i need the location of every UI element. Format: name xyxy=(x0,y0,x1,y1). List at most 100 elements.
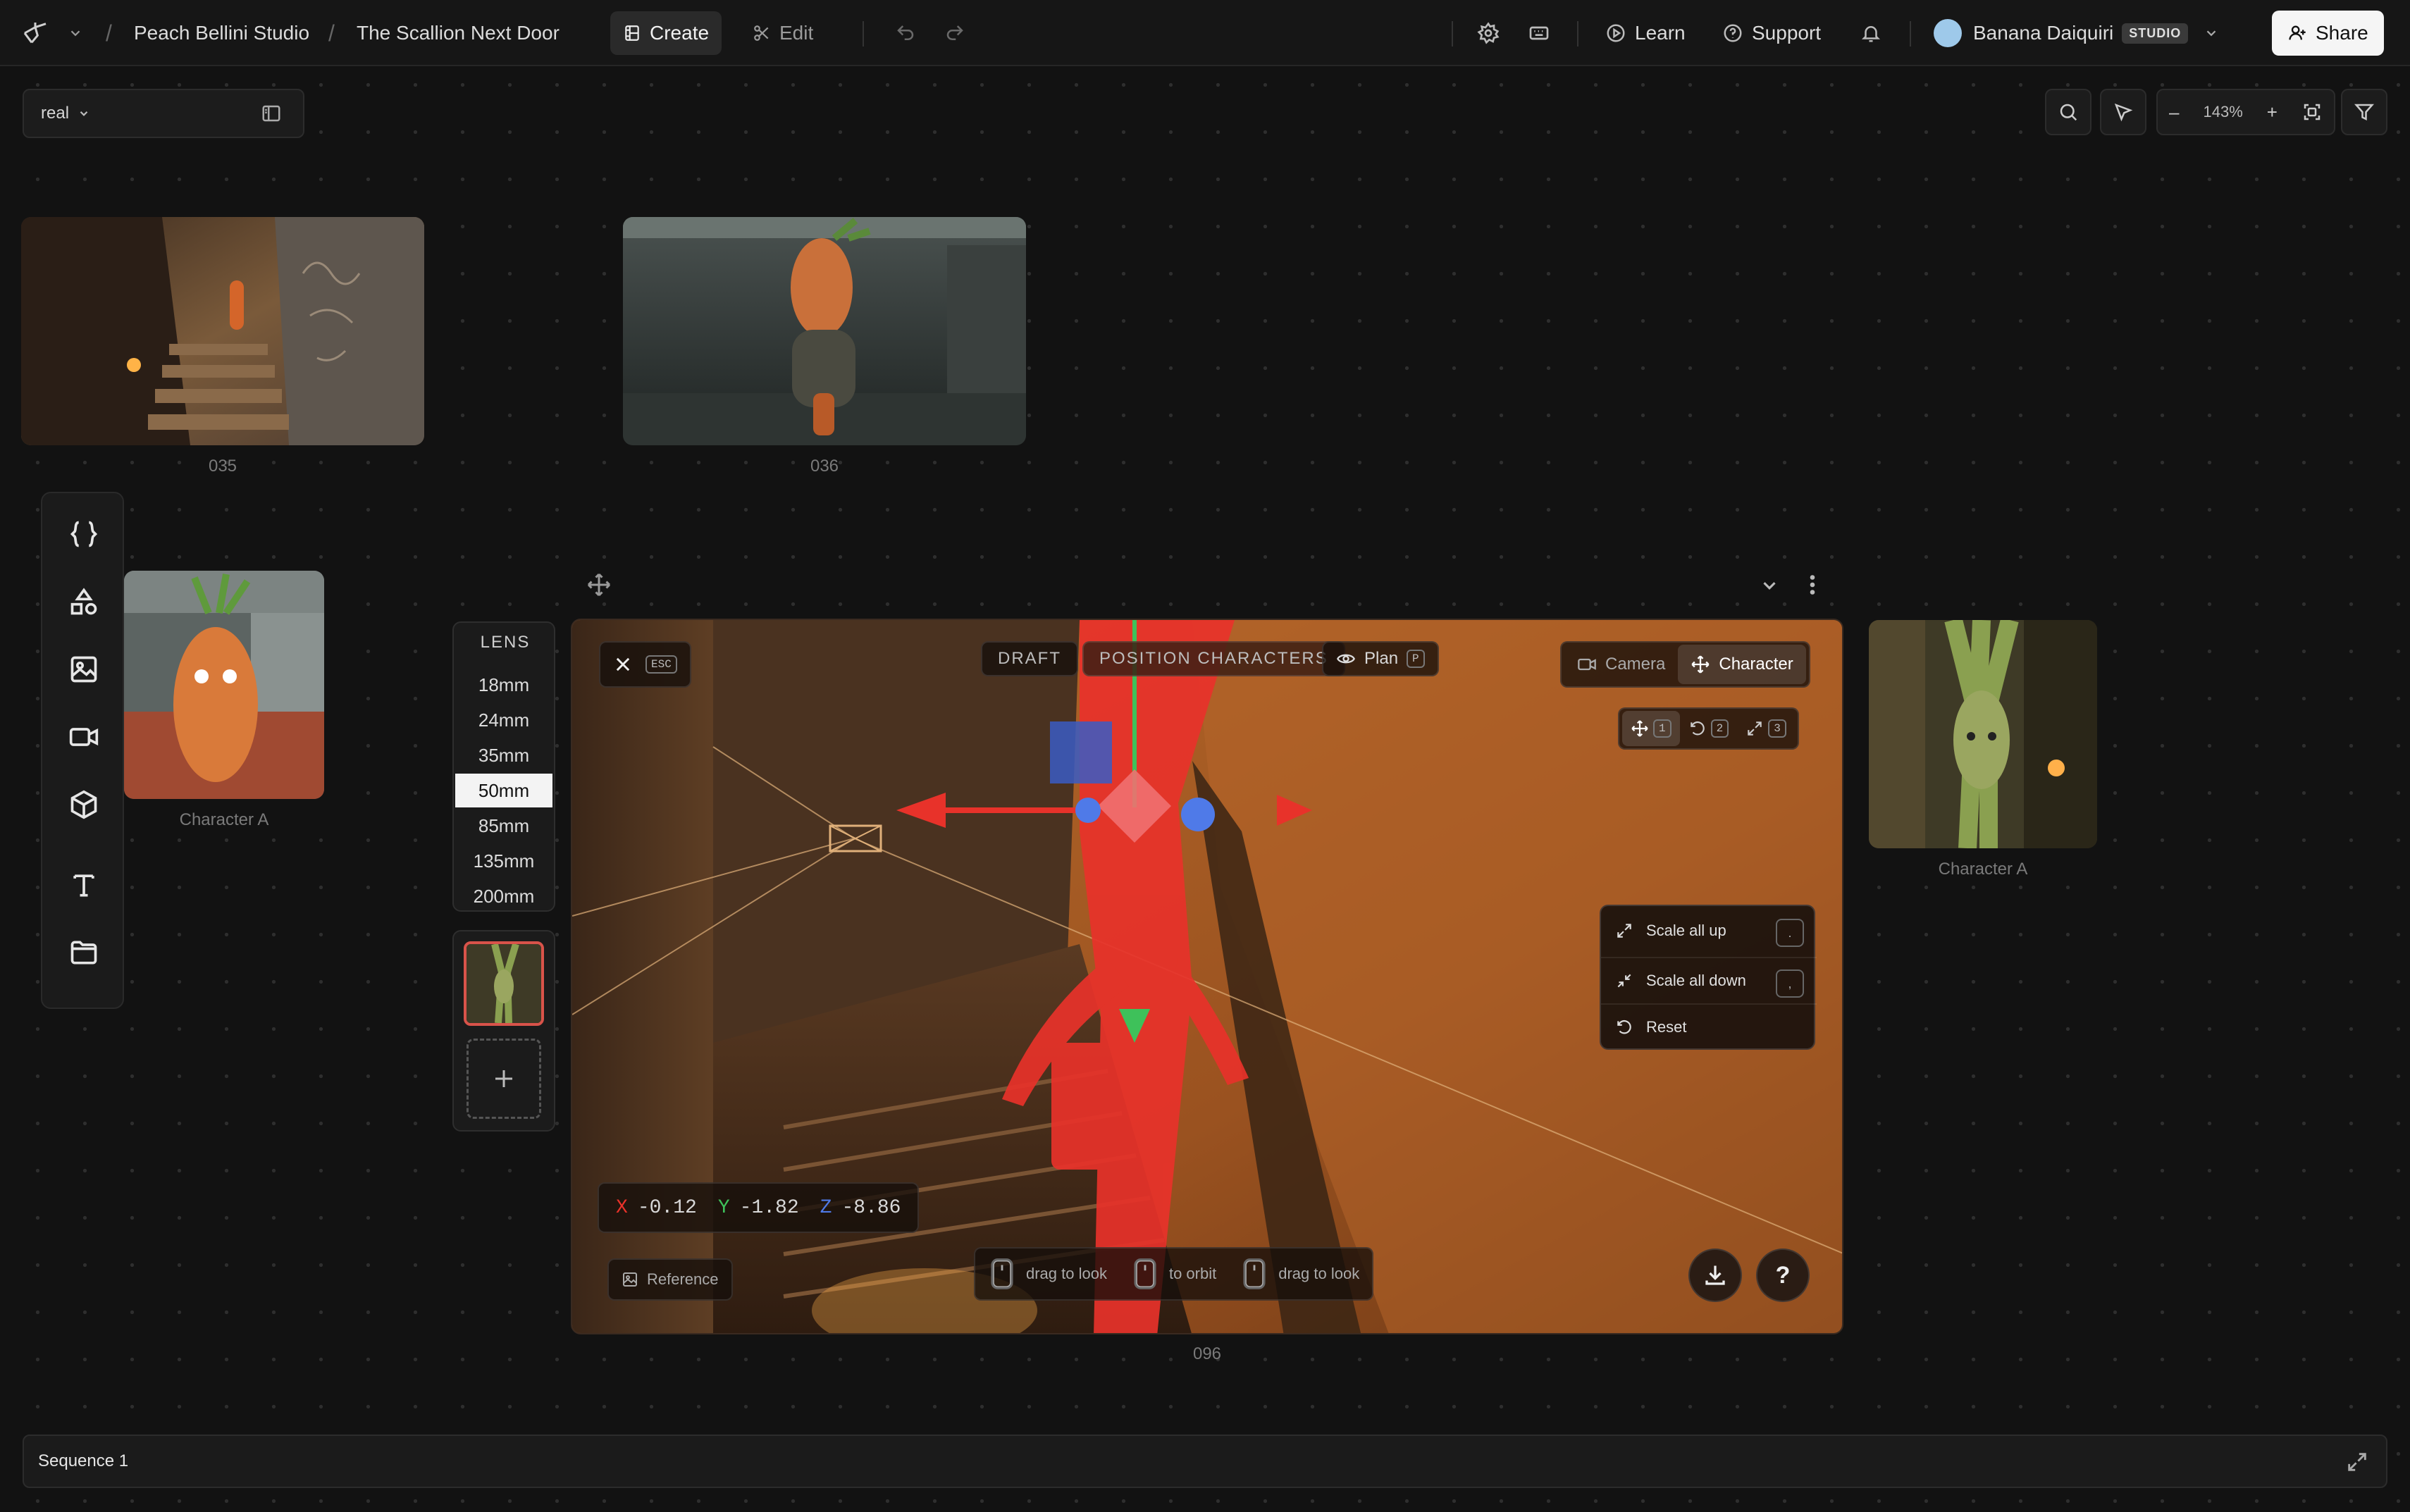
chevron-down-icon xyxy=(80,111,88,116)
support-label: Support xyxy=(1752,22,1822,44)
text-tool-icon[interactable] xyxy=(42,857,125,913)
play-circle-icon xyxy=(1607,24,1625,42)
image-icon[interactable] xyxy=(42,641,125,698)
hint-text: to orbit xyxy=(1168,1265,1217,1282)
move-tool-button[interactable]: 1 xyxy=(1622,711,1680,746)
search-button[interactable] xyxy=(2045,89,2091,135)
scissors-icon xyxy=(754,25,769,41)
download-button[interactable] xyxy=(1688,1248,1742,1302)
app-logo-icon[interactable] xyxy=(21,0,49,66)
character-thumbnail[interactable] xyxy=(1869,620,2097,848)
share-button[interactable]: Share xyxy=(2272,11,2384,56)
plus-icon xyxy=(495,1070,512,1087)
expand-icon[interactable] xyxy=(2345,1450,2369,1474)
logo-menu-chevron-icon[interactable] xyxy=(68,0,83,66)
sequence-bar[interactable]: Sequence 1 xyxy=(23,1434,2387,1488)
rotate-icon xyxy=(1690,721,1705,736)
learn-link[interactable]: Learn xyxy=(1605,0,1686,66)
user-plus-icon xyxy=(2289,25,2306,40)
user-menu[interactable]: Banana Daiquiri STUDIO xyxy=(1934,0,2219,66)
reset-icon xyxy=(1617,1020,1631,1034)
share-label: Share xyxy=(2316,22,2368,44)
lens-option[interactable]: 85mm xyxy=(455,809,552,843)
select-tool-button[interactable] xyxy=(2100,89,2146,135)
close-viewport-button[interactable]: ESC xyxy=(599,641,691,688)
lens-option[interactable]: 18mm xyxy=(455,668,552,702)
tool-palette xyxy=(41,492,124,1009)
shot-label: 035 xyxy=(208,457,237,476)
lens-option[interactable]: 24mm xyxy=(455,703,552,737)
more-options-icon[interactable] xyxy=(1804,572,1821,597)
divider xyxy=(1452,21,1453,47)
character-thumbnail[interactable] xyxy=(124,571,324,799)
filter-button[interactable] xyxy=(2341,89,2387,135)
reference-button[interactable]: Reference xyxy=(607,1258,733,1301)
menu-item-label: Reset xyxy=(1646,1018,1687,1036)
hint-text: drag to look xyxy=(1278,1265,1360,1282)
shrink-icon xyxy=(1617,974,1631,988)
style-select[interactable]: real xyxy=(23,89,304,138)
user-name: Banana Daiquiri xyxy=(1973,22,2114,44)
shot-thumbnail[interactable] xyxy=(21,217,424,445)
filter-icon xyxy=(2354,104,2375,121)
code-braces-icon[interactable] xyxy=(42,506,125,562)
plan-shortcut: P xyxy=(1407,650,1425,668)
video-camera-icon[interactable] xyxy=(42,709,125,765)
lens-option[interactable]: 35mm xyxy=(455,738,552,772)
lens-option[interactable]: 135mm xyxy=(455,844,552,878)
mode-tabs: Camera Character xyxy=(1560,641,1810,688)
cube-3d-icon[interactable] xyxy=(42,776,125,833)
scale-tool-button[interactable]: 3 xyxy=(1737,711,1795,746)
scale-all-down-item[interactable]: Scale all down , xyxy=(1601,957,1817,1003)
drag-handle-move-icon[interactable] xyxy=(586,572,612,597)
plan-view-toggle[interactable]: Plan P xyxy=(1322,641,1439,676)
scale-icon xyxy=(1748,721,1762,736)
support-link[interactable]: Support xyxy=(1722,0,1821,66)
scale-all-up-item[interactable]: Scale all up . xyxy=(1601,907,1817,954)
keyboard-icon[interactable] xyxy=(1528,0,1550,66)
lens-title: LENS xyxy=(480,633,531,652)
video-camera-icon xyxy=(1578,658,1596,671)
zoom-level[interactable]: 143% xyxy=(2203,103,2242,121)
rotate-shortcut: 2 xyxy=(1710,719,1729,738)
folder-icon[interactable] xyxy=(42,924,125,981)
chevron-down-icon xyxy=(2206,30,2216,37)
position-characters-tag[interactable]: POSITION CHARACTERS xyxy=(1082,641,1345,676)
shapes-icon[interactable] xyxy=(42,574,125,630)
collapse-chevron-icon[interactable] xyxy=(1759,575,1780,596)
add-character-button[interactable] xyxy=(466,1039,541,1119)
breadcrumb-separator: / xyxy=(328,20,335,46)
create-label: Create xyxy=(650,22,710,44)
help-button[interactable]: ? xyxy=(1756,1248,1810,1302)
sidebar-toggle-icon[interactable] xyxy=(261,103,282,124)
draft-mode-tag[interactable]: DRAFT xyxy=(981,641,1078,676)
notifications-bell-icon[interactable] xyxy=(1860,0,1881,66)
zoom-out-button[interactable]: – xyxy=(2169,101,2179,123)
shot-thumbnail[interactable] xyxy=(623,217,1026,445)
fit-to-screen-icon[interactable] xyxy=(2301,101,2323,123)
style-select-value: real xyxy=(41,104,70,123)
undo-icon[interactable] xyxy=(895,0,916,66)
lens-option-selected[interactable]: 50mm xyxy=(455,774,552,807)
edit-tab[interactable]: Edit xyxy=(740,0,826,66)
camera-tab[interactable]: Camera xyxy=(1564,645,1678,684)
expand-icon xyxy=(1617,924,1631,938)
menu-item-label: Scale all down xyxy=(1646,972,1746,989)
zoom-in-button[interactable]: + xyxy=(2267,101,2278,123)
lens-option[interactable]: 200mm xyxy=(455,879,552,913)
redo-icon[interactable] xyxy=(944,0,965,66)
reference-label: Reference xyxy=(647,1270,719,1288)
breadcrumb-project[interactable]: The Scallion Next Door xyxy=(357,0,560,66)
rotate-tool-button[interactable]: 2 xyxy=(1680,711,1738,746)
menu-item-label: Scale all up xyxy=(1646,922,1726,939)
learn-label: Learn xyxy=(1635,22,1686,44)
character-slot-active[interactable] xyxy=(464,941,544,1026)
character-tab[interactable]: Character xyxy=(1678,645,1806,684)
reset-scale-item[interactable]: Reset xyxy=(1601,1003,1817,1050)
y-value: -1.82 xyxy=(739,1196,799,1219)
create-tab[interactable]: Create xyxy=(610,11,722,55)
settings-gear-icon[interactable] xyxy=(1477,0,1500,66)
image-icon xyxy=(623,1272,637,1287)
breadcrumb-org[interactable]: Peach Bellini Studio xyxy=(134,0,309,66)
esc-shortcut: ESC xyxy=(645,655,677,674)
